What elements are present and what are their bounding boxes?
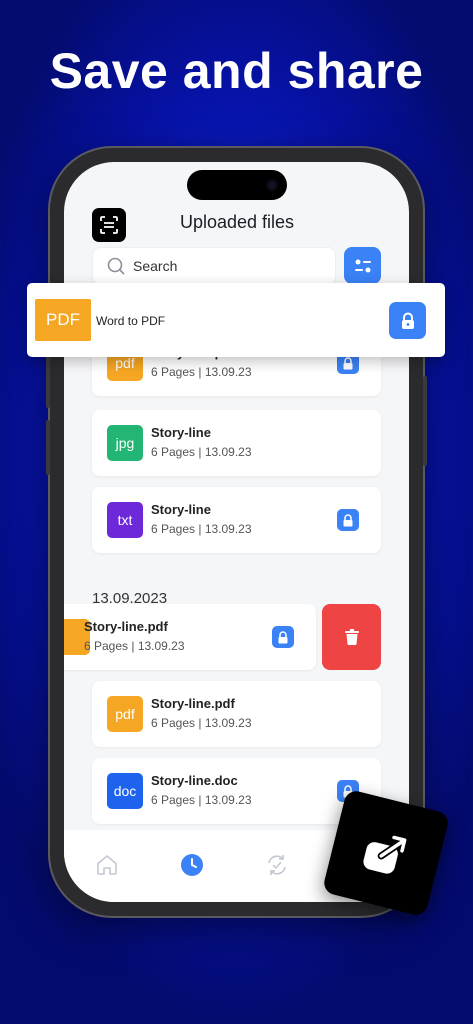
file-name: Story-line.pdf — [84, 619, 168, 634]
scan-icon — [100, 216, 118, 234]
file-type-badge: txt — [107, 502, 143, 538]
file-meta: 6 Pages | 13.09.23 — [151, 522, 252, 536]
file-meta: 6 Pages | 13.09.23 — [151, 365, 252, 379]
delete-button[interactable] — [322, 604, 381, 670]
file-card-swiped[interactable]: Story-line.pdf 6 Pages | 13.09.23 — [64, 604, 316, 670]
filter-icon — [354, 259, 371, 272]
search-placeholder: Search — [133, 258, 178, 274]
lock-button[interactable] — [337, 509, 359, 531]
lock-icon — [401, 312, 414, 329]
file-name: Story-line.pdf — [151, 696, 235, 711]
lock-icon — [343, 356, 353, 369]
tab-recent[interactable] — [179, 852, 205, 878]
search-icon — [107, 257, 125, 275]
word-to-pdf-card[interactable]: PDF Word to PDF — [27, 283, 445, 357]
search-input[interactable]: Search — [92, 247, 336, 285]
phone-volume-up — [46, 353, 50, 408]
file-meta: 6 Pages | 13.09.23 — [84, 639, 185, 653]
lock-icon — [343, 513, 353, 526]
tab-home[interactable] — [94, 852, 120, 878]
phone-volume-down — [46, 420, 50, 475]
tab-convert[interactable] — [264, 852, 290, 878]
file-name: Story-line.doc — [151, 773, 238, 788]
file-meta: 6 Pages | 13.09.23 — [151, 716, 252, 730]
file-type-badge: doc — [107, 773, 143, 809]
home-icon — [97, 855, 117, 875]
clock-icon — [181, 854, 203, 876]
file-name: Story-line — [151, 502, 211, 517]
headline: Save and share — [49, 43, 424, 99]
lock-button[interactable] — [272, 626, 294, 648]
file-type-badge: jpg — [107, 425, 143, 461]
file-meta: 6 Pages | 13.09.23 — [151, 793, 252, 807]
pdf-badge: PDF — [35, 299, 91, 341]
share-icon — [363, 835, 407, 874]
file-type-badge: pdf — [107, 696, 143, 732]
trash-icon — [344, 629, 359, 645]
lock-icon — [278, 630, 288, 643]
dynamic-island — [187, 170, 287, 200]
filter-button[interactable] — [344, 247, 381, 284]
file-card[interactable]: txt Story-line 6 Pages | 13.09.23 — [92, 487, 381, 553]
phone-power-button — [423, 376, 427, 466]
page-title: Uploaded files — [179, 212, 295, 232]
file-name: Story-line — [151, 425, 211, 440]
file-card[interactable]: doc Story-line.doc 6 Pages | 13.09.23 — [92, 758, 381, 824]
convert-icon — [268, 855, 286, 875]
scan-button[interactable] — [92, 208, 126, 242]
lock-button[interactable] — [389, 302, 426, 339]
file-meta: 6 Pages | 13.09.23 — [151, 445, 252, 459]
file-card[interactable]: jpg Story-line 6 Pages | 13.09.23 — [92, 410, 381, 476]
conversion-label: Word to PDF — [96, 314, 166, 328]
file-card[interactable]: pdf Story-line.pdf 6 Pages | 13.09.23 — [92, 681, 381, 747]
